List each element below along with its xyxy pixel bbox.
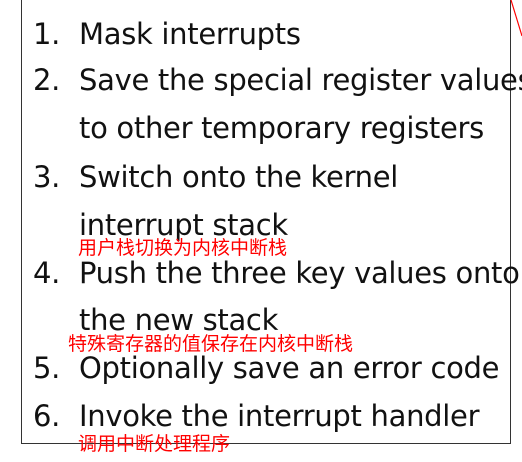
step-text: to other temporary registers (79, 111, 484, 145)
step-text: Save the special register values (79, 63, 522, 97)
step-text: Invoke the interrupt handler (79, 399, 480, 433)
annotation: 调用中断处理程序 (78, 433, 231, 455)
step-number: 3. (33, 160, 61, 194)
step-text: Mask interrupts (79, 17, 301, 51)
step-number: 1. (33, 17, 61, 51)
step-text: Switch onto the kernel (79, 160, 399, 194)
step-text: Optionally save an error code (79, 351, 500, 385)
step-number: 2. (33, 63, 61, 97)
step-text: interrupt stack (79, 208, 288, 242)
step-number: 4. (33, 256, 61, 290)
step-number: 6. (33, 399, 61, 433)
step-text: Push the three key values onto (79, 256, 520, 290)
step-text: the new stack (79, 303, 279, 337)
step-number: 5. (33, 351, 61, 385)
